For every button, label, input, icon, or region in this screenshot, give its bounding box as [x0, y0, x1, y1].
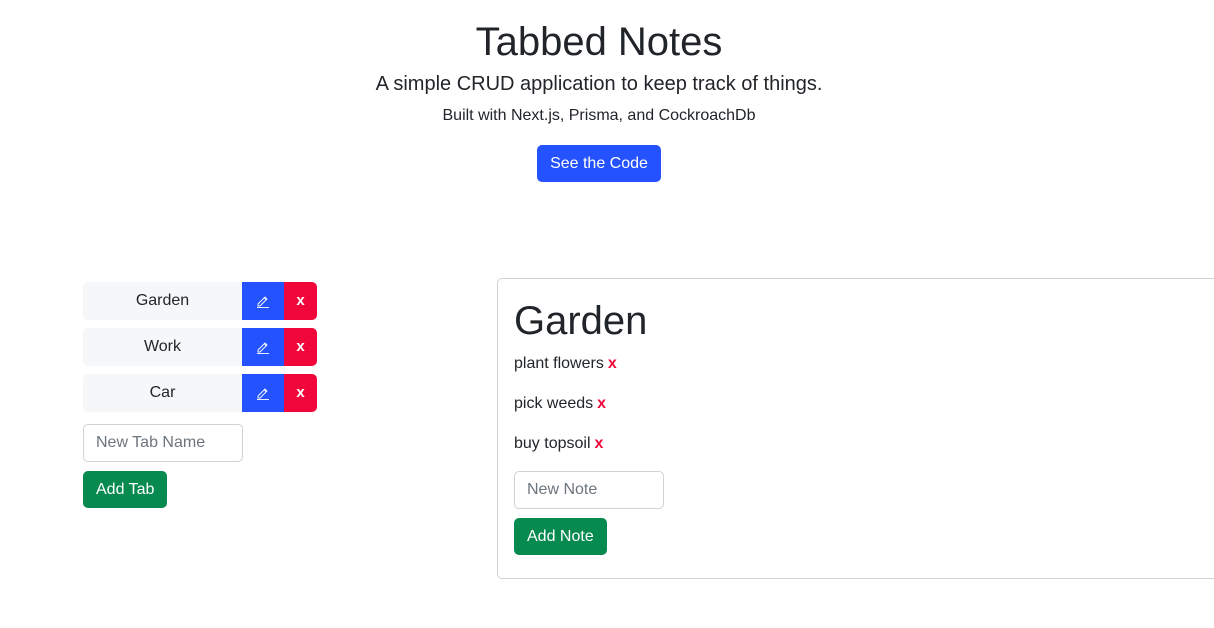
note-text: plant flowers [514, 355, 604, 372]
tab-row-garden: Garden x [83, 282, 317, 320]
delete-note-button[interactable]: x [597, 395, 606, 412]
tab-work[interactable]: Work [83, 328, 242, 366]
edit-tab-button[interactable] [242, 328, 284, 366]
pencil-icon [257, 342, 269, 354]
note-item: plant flowers x [514, 354, 617, 374]
new-tab-name-input[interactable] [83, 424, 243, 462]
tab-row-car: Car x [83, 374, 317, 412]
delete-tab-button[interactable]: x [284, 328, 317, 366]
tab-garden[interactable]: Garden [83, 282, 242, 320]
tab-row-work: Work x [83, 328, 317, 366]
delete-tab-button[interactable]: x [284, 374, 317, 412]
see-code-button[interactable]: See the Code [537, 145, 661, 182]
pencil-icon [257, 296, 269, 308]
built-with-text: Built with Next.js, Prisma, and Cockroac… [442, 107, 756, 124]
edit-tab-button[interactable] [242, 282, 284, 320]
delete-note-button[interactable]: x [608, 355, 617, 372]
note-item: pick weeds x [514, 394, 606, 414]
notes-title: Garden [514, 299, 648, 343]
page-subtitle: A simple CRUD application to keep track … [375, 73, 823, 95]
delete-note-button[interactable]: x [595, 435, 604, 452]
page-title: Tabbed Notes [475, 20, 723, 64]
edit-tab-button[interactable] [242, 374, 284, 412]
pencil-icon [257, 388, 269, 400]
notes-card: Garden plant flowers x pick weeds x buy to… [497, 278, 1214, 579]
new-note-input[interactable] [514, 471, 664, 509]
add-tab-button[interactable]: Add Tab [83, 471, 168, 508]
note-text: pick weeds [514, 395, 594, 412]
delete-tab-button[interactable]: x [284, 282, 317, 320]
tab-car[interactable]: Car [83, 374, 242, 412]
note-text: buy topsoil [514, 435, 591, 452]
note-item: buy topsoil x [514, 434, 603, 454]
add-note-button[interactable]: Add Note [514, 518, 607, 555]
